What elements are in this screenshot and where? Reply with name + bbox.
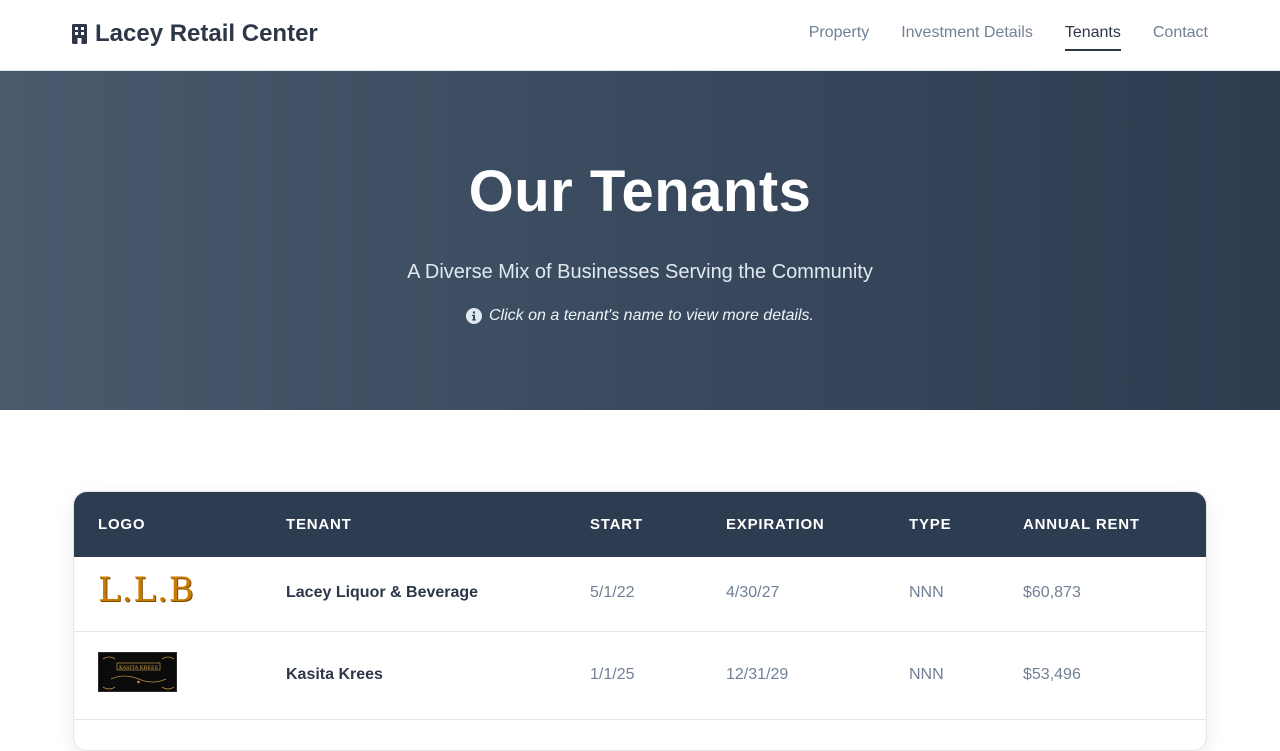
annual-rent: $60,873 (1023, 584, 1081, 601)
svg-text:KASITA KREES: KASITA KREES (119, 665, 159, 671)
hero-hint: Click on a tenant's name to view more de… (0, 307, 1280, 325)
tenant-name-link[interactable]: Lacey Liquor & Beverage (286, 584, 478, 602)
nav-link-property[interactable]: Property (809, 24, 869, 51)
page-title: Our Tenants (468, 159, 812, 224)
tenants-table: LOGO TENANT START EXPIRATION TYPE ANNUAL… (73, 491, 1207, 751)
lease-start: 1/1/25 (590, 666, 635, 683)
nav-link-contact[interactable]: Contact (1153, 24, 1208, 51)
brand-link[interactable]: Lacey Retail Center (72, 20, 318, 48)
lease-type: NNN (909, 666, 944, 683)
nav-link-investment-details[interactable]: Investment Details (901, 24, 1033, 51)
tenant-name-link[interactable]: Kasita Krees (286, 666, 383, 684)
column-header-start: START (590, 516, 643, 533)
hero-banner: Our Tenants A Diverse Mix of Businesses … (0, 71, 1280, 410)
hero-subtitle: A Diverse Mix of Businesses Serving the … (407, 261, 873, 283)
column-header-type: TYPE (909, 516, 952, 533)
table-row: L.L.B Lacey Liquor & Beverage 5/1/22 4/3… (74, 557, 1206, 632)
lease-type: NNN (909, 584, 944, 601)
lease-start: 5/1/22 (590, 584, 635, 601)
column-header-logo: LOGO (98, 516, 146, 533)
info-circle-icon (466, 308, 482, 324)
table-header: LOGO TENANT START EXPIRATION TYPE ANNUAL… (74, 492, 1206, 557)
building-icon (72, 24, 87, 44)
nav-links: Property Investment Details Tenants Cont… (809, 24, 1208, 51)
brand-title: Lacey Retail Center (95, 20, 318, 47)
tenant-logo-llb: L.L.B (98, 570, 195, 610)
annual-rent: $53,496 (1023, 666, 1081, 683)
top-navbar: Lacey Retail Center Property Investment … (0, 0, 1280, 71)
column-header-annual-rent: ANNUAL RENT (1023, 516, 1140, 533)
table-row: KASITA KREES Kasita Krees 1/1/25 12/31/2… (74, 632, 1206, 720)
nav-link-tenants[interactable]: Tenants (1064, 24, 1121, 51)
lease-expiration: 4/30/27 (726, 584, 780, 601)
hero-hint-text: Click on a tenant's name to view more de… (489, 307, 814, 324)
tenant-logo-kasita-krees: KASITA KREES (98, 652, 177, 692)
lease-expiration: 12/31/29 (726, 666, 789, 683)
column-header-expiration: EXPIRATION (726, 516, 825, 533)
column-header-tenant: TENANT (286, 516, 352, 533)
